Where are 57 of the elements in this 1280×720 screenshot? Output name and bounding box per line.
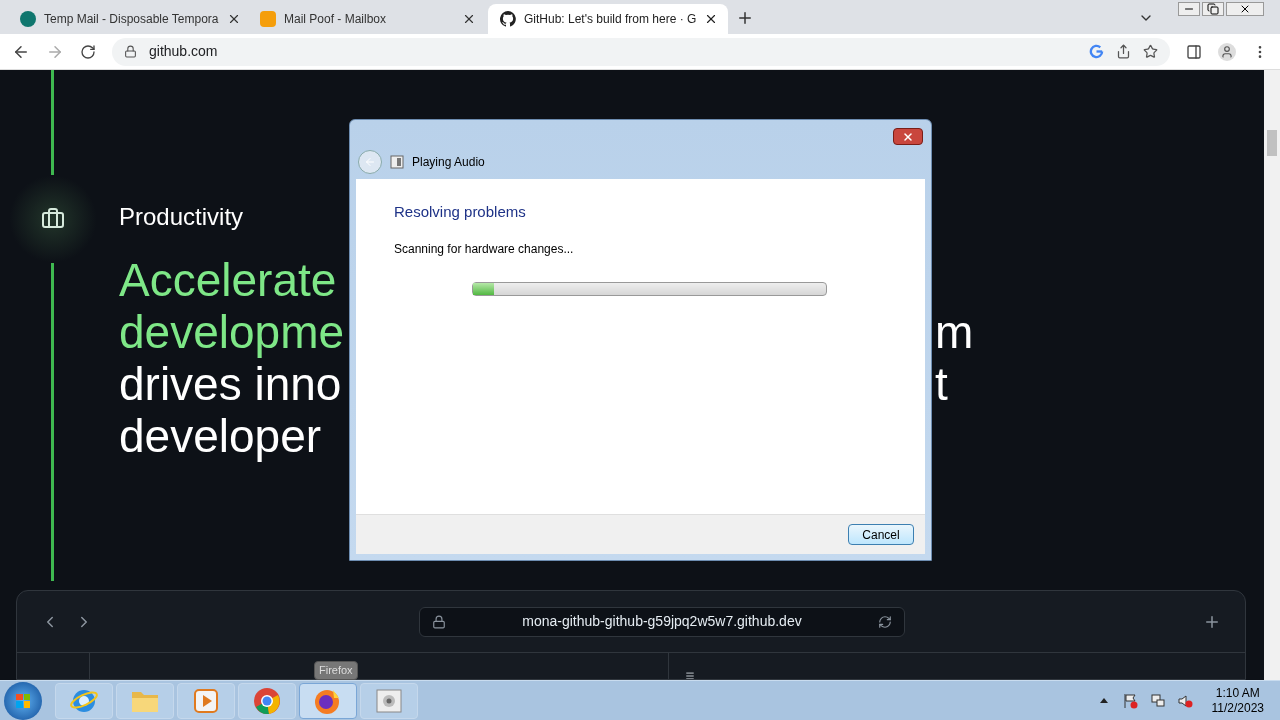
network-icon[interactable] bbox=[1149, 692, 1166, 709]
headline-text: t bbox=[935, 358, 948, 410]
close-icon[interactable] bbox=[462, 12, 476, 26]
tab-title: Temp Mail - Disposable Tempora bbox=[44, 11, 219, 28]
taskbar-button[interactable] bbox=[177, 682, 235, 719]
browser-tab[interactable]: Temp Mail - Disposable Tempora bbox=[8, 4, 248, 34]
taskbar-button[interactable] bbox=[55, 682, 113, 719]
site-icon bbox=[260, 11, 276, 27]
headline-text: Accelerate bbox=[119, 254, 337, 306]
tab-title: Mail Poof - Mailbox bbox=[284, 11, 388, 28]
browser-tab[interactable]: Mail Poof - Mailbox bbox=[248, 4, 488, 34]
headline-text: m bbox=[935, 306, 974, 358]
dialog-title: Playing Audio bbox=[412, 154, 485, 171]
dialog-heading: Resolving problems bbox=[394, 202, 527, 222]
google-icon[interactable] bbox=[1089, 44, 1104, 59]
taskbar-button[interactable] bbox=[299, 682, 357, 719]
briefcase-icon bbox=[40, 207, 65, 231]
audio-app-icon bbox=[390, 155, 404, 169]
new-tab-icon[interactable] bbox=[736, 9, 754, 27]
reload-icon[interactable] bbox=[80, 43, 96, 60]
address-bar[interactable]: github.com bbox=[112, 37, 1170, 66]
clock[interactable]: 1:10 AM 11/2/2023 bbox=[1211, 685, 1264, 716]
play-icon bbox=[193, 687, 219, 714]
chrome-icon bbox=[252, 685, 282, 716]
browser-tab[interactable]: GitHub: Let's build from here · G bbox=[488, 4, 728, 34]
tray-caret[interactable] bbox=[1099, 698, 1108, 703]
back-arrow-icon bbox=[364, 156, 376, 168]
cancel-button[interactable]: Cancel bbox=[848, 524, 914, 545]
restore-icon[interactable] bbox=[1202, 2, 1224, 16]
tab-title: GitHub: Let's build from here · G bbox=[524, 11, 697, 28]
star-icon[interactable] bbox=[1143, 44, 1158, 59]
share-icon[interactable] bbox=[1116, 44, 1131, 59]
lock-icon bbox=[432, 614, 446, 629]
taskbar-button[interactable] bbox=[238, 682, 296, 719]
speaker-muted-icon[interactable] bbox=[1176, 692, 1193, 709]
site-icon bbox=[20, 11, 36, 27]
close-button[interactable] bbox=[893, 128, 923, 145]
headline-text: developme bbox=[119, 306, 345, 358]
minimize-icon[interactable] bbox=[1178, 2, 1200, 16]
flag-icon[interactable] bbox=[1122, 692, 1139, 709]
headline-text: developer bbox=[119, 410, 322, 462]
headline-text: drives inno bbox=[119, 358, 342, 410]
status-text: Scanning for hardware changes... bbox=[394, 240, 575, 258]
section-label: Productivity bbox=[119, 202, 245, 232]
refresh-icon[interactable] bbox=[878, 614, 892, 629]
profile-icon[interactable] bbox=[1218, 42, 1236, 61]
close-icon bbox=[902, 130, 914, 143]
lock-icon bbox=[124, 45, 137, 58]
url-field[interactable]: mona-github-github-g59jpq2w5w7.github.dev bbox=[419, 606, 905, 637]
speaker-window-icon bbox=[374, 687, 404, 714]
tooltip: Firefox bbox=[314, 661, 358, 680]
start-button[interactable] bbox=[4, 681, 42, 720]
github-icon bbox=[500, 11, 516, 27]
close-icon[interactable] bbox=[1226, 2, 1264, 16]
side-panel-icon[interactable] bbox=[1186, 43, 1202, 60]
menu-icon[interactable] bbox=[685, 671, 695, 679]
scrollbar[interactable] bbox=[1264, 70, 1280, 680]
